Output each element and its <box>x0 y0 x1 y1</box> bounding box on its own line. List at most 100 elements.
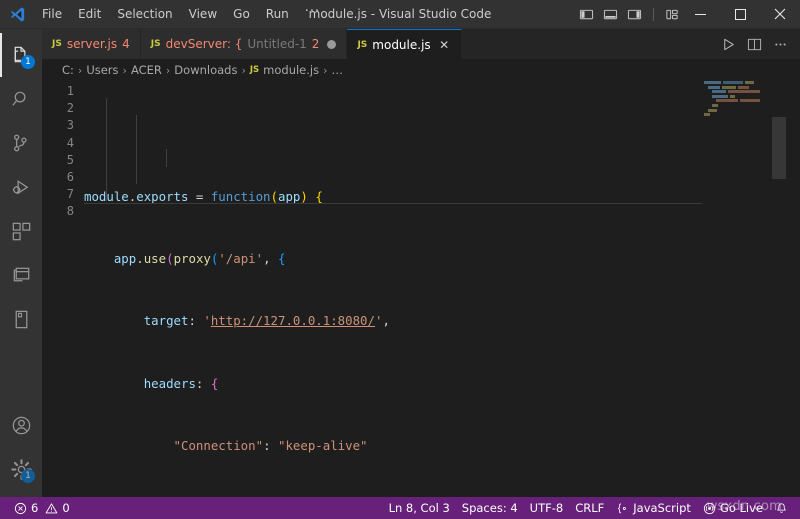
minimap[interactable] <box>702 81 786 497</box>
minimize-button[interactable] <box>680 0 720 28</box>
tab-dirty-indicator[interactable] <box>327 40 336 49</box>
editor-tab-module-js[interactable]: JS module.js ✕ <box>347 29 461 59</box>
menu-overflow-button[interactable]: ··· <box>297 0 328 28</box>
status-language-mode[interactable]: JavaScript <box>610 497 697 519</box>
title-bar: File Edit Selection View Go Run ··· modu… <box>0 0 800 29</box>
braces-icon <box>616 502 629 515</box>
breadcrumb-segment-acer[interactable]: ACER <box>131 63 162 77</box>
sidebar-item-explorer[interactable]: 1 <box>0 33 42 77</box>
tab-label: server.js <box>67 37 117 51</box>
line-number-gutter: 1 2 3 4 5 6 7 8 <box>42 81 84 497</box>
status-eol[interactable]: CRLF <box>569 497 610 519</box>
line-number: 5 <box>42 152 74 169</box>
breadcrumb-separator: › <box>123 64 127 77</box>
scrollbar-thumb[interactable] <box>772 117 786 179</box>
menu-file[interactable]: File <box>34 0 70 28</box>
tab-label: devServer: { <box>166 37 243 51</box>
breadcrumb-segment-downloads[interactable]: Downloads <box>174 63 237 77</box>
tab-close-icon[interactable]: ✕ <box>438 38 451 52</box>
breadcrumb-separator: › <box>241 64 245 77</box>
status-bar: 6 0 Ln 8, Col 3 Spaces: 4 UTF-8 CRLF Jav… <box>0 497 800 519</box>
activity-bar: 1 <box>0 29 42 497</box>
tab-label: module.js <box>372 38 430 52</box>
tab-sublabel: Untitled-1 <box>247 37 306 51</box>
toggle-panel-icon[interactable] <box>603 7 618 22</box>
status-bar-left: 6 0 <box>0 497 76 519</box>
sidebar-item-remote-explorer[interactable] <box>0 253 42 297</box>
sidebar-item-test-explorer[interactable] <box>0 297 42 341</box>
editor-scrollbar[interactable] <box>772 81 786 497</box>
toggle-primary-sidebar-icon[interactable] <box>579 7 594 22</box>
broadcast-icon <box>703 502 716 515</box>
split-editor-button[interactable] <box>742 32 766 56</box>
status-encoding[interactable]: UTF-8 <box>524 497 570 519</box>
line-number: 2 <box>42 100 74 117</box>
go-live-label: Go Live <box>720 497 763 519</box>
sidebar-item-source-control[interactable] <box>0 121 42 165</box>
tab-error-count: 4 <box>122 37 130 51</box>
indent-guide <box>166 149 167 167</box>
source-control-icon <box>10 132 33 155</box>
sidebar-item-settings[interactable]: 1 <box>0 447 42 491</box>
more-actions-button[interactable] <box>768 32 792 56</box>
warning-triangle-icon <box>45 502 58 515</box>
status-bar-right: Ln 8, Col 3 Spaces: 4 UTF-8 CRLF JavaScr… <box>383 497 800 519</box>
line-number: 3 <box>42 117 74 134</box>
error-count: 6 <box>31 497 38 519</box>
search-icon <box>10 88 33 111</box>
menu-run[interactable]: Run <box>258 0 297 28</box>
window-controls <box>680 0 800 28</box>
window-title: module.js - Visual Studio Code <box>309 7 492 21</box>
breadcrumb-segment-drive[interactable]: C: <box>62 63 74 77</box>
status-notifications[interactable] <box>769 497 794 519</box>
sidebar-item-accounts[interactable] <box>0 403 42 447</box>
editor-tabs: JS server.js 4 JS devServer: { Untitled-… <box>42 29 462 59</box>
code-line: headers: { <box>84 375 800 392</box>
sidebar-item-search[interactable] <box>0 77 42 121</box>
code-content[interactable]: module.exports = function(app) { app.use… <box>84 81 800 497</box>
breadcrumb-separator: › <box>323 64 327 77</box>
run-debug-icon <box>10 176 33 199</box>
error-circle-icon <box>14 502 27 515</box>
run-code-button[interactable] <box>716 32 740 56</box>
sidebar-item-run-debug[interactable] <box>0 165 42 209</box>
editor-tab-devserver[interactable]: JS devServer: { Untitled-1 2 <box>141 29 348 59</box>
warning-count: 0 <box>62 497 69 519</box>
js-file-icon: JS <box>357 40 367 50</box>
menu-go[interactable]: Go <box>225 0 258 28</box>
menu-edit[interactable]: Edit <box>70 0 109 28</box>
code-editor[interactable]: 1 2 3 4 5 6 7 8 module.exports = functio… <box>42 81 800 497</box>
indent-guide <box>106 98 107 201</box>
breadcrumb-segment-symbols[interactable]: … <box>332 63 344 77</box>
editor-tab-server-js[interactable]: JS server.js 4 <box>42 29 141 59</box>
play-icon <box>721 37 736 52</box>
status-cursor-position[interactable]: Ln 8, Col 3 <box>383 497 456 519</box>
status-indentation[interactable]: Spaces: 4 <box>456 497 524 519</box>
customize-layout-icon[interactable] <box>665 7 680 22</box>
menu-selection[interactable]: Selection <box>109 0 180 28</box>
layout-divider <box>653 8 654 21</box>
menu-view[interactable]: View <box>181 0 225 28</box>
breadcrumb-segment-users[interactable]: Users <box>86 63 118 77</box>
line-number: 6 <box>42 169 74 186</box>
close-button[interactable] <box>760 0 800 28</box>
js-file-icon: JS <box>151 39 161 49</box>
status-go-live[interactable]: Go Live <box>697 497 769 519</box>
editor-group: JS server.js 4 JS devServer: { Untitled-… <box>42 29 800 497</box>
sidebar-item-extensions[interactable] <box>0 209 42 253</box>
indent-guide <box>136 115 137 184</box>
activity-bar-bottom: 1 <box>0 403 42 497</box>
status-problems[interactable]: 6 0 <box>8 497 76 519</box>
account-icon <box>10 414 33 437</box>
line-number: 7 <box>42 186 74 203</box>
js-file-icon: JS <box>52 39 62 49</box>
code-line: "Connection": "keep-alive" <box>84 437 800 454</box>
current-line-highlight <box>84 203 702 204</box>
breadcrumb-segment-file[interactable]: module.js <box>263 63 319 77</box>
maximize-button[interactable] <box>720 0 760 28</box>
code-line: app.use(proxy('/api', { <box>84 250 800 267</box>
toggle-secondary-sidebar-icon[interactable] <box>627 7 642 22</box>
line-number: 4 <box>42 135 74 152</box>
extensions-icon <box>10 220 33 243</box>
vscode-window: File Edit Selection View Go Run ··· modu… <box>0 0 800 519</box>
